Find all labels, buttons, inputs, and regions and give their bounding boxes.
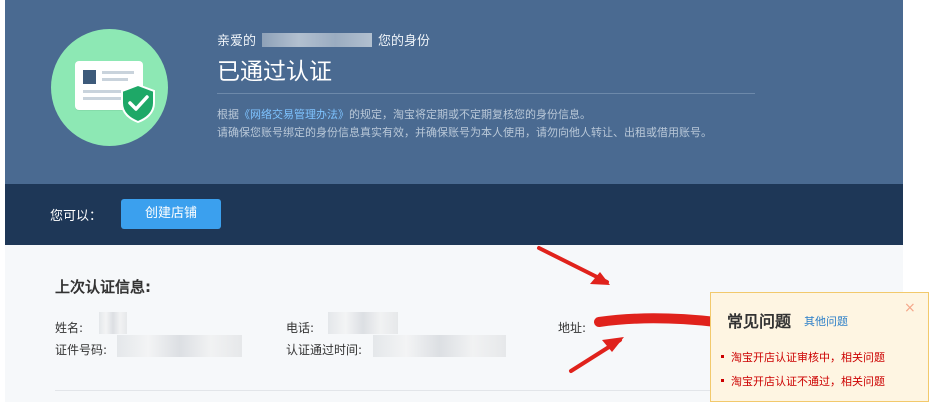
faq-title: 常见问题 — [727, 312, 792, 331]
close-icon[interactable]: × — [904, 300, 916, 316]
faq-panel: 常见问题 其他问题 × 淘宝开店认证审核中，相关问题 淘宝开店认证不通过，相关问… — [710, 292, 929, 402]
faq-item[interactable]: 淘宝开店认证不通过，相关问题 — [721, 373, 885, 389]
other-questions-link[interactable]: 其他问题 — [804, 313, 848, 329]
faq-item-label: 淘宝开店认证不通过，相关问题 — [731, 375, 885, 388]
annotation-scribble — [594, 313, 721, 327]
faq-item-label: 淘宝开店认证审核中，相关问题 — [731, 351, 885, 364]
bullet-icon — [721, 355, 724, 358]
faq-item[interactable]: 淘宝开店认证审核中，相关问题 — [721, 349, 885, 365]
bullet-icon — [721, 379, 724, 382]
